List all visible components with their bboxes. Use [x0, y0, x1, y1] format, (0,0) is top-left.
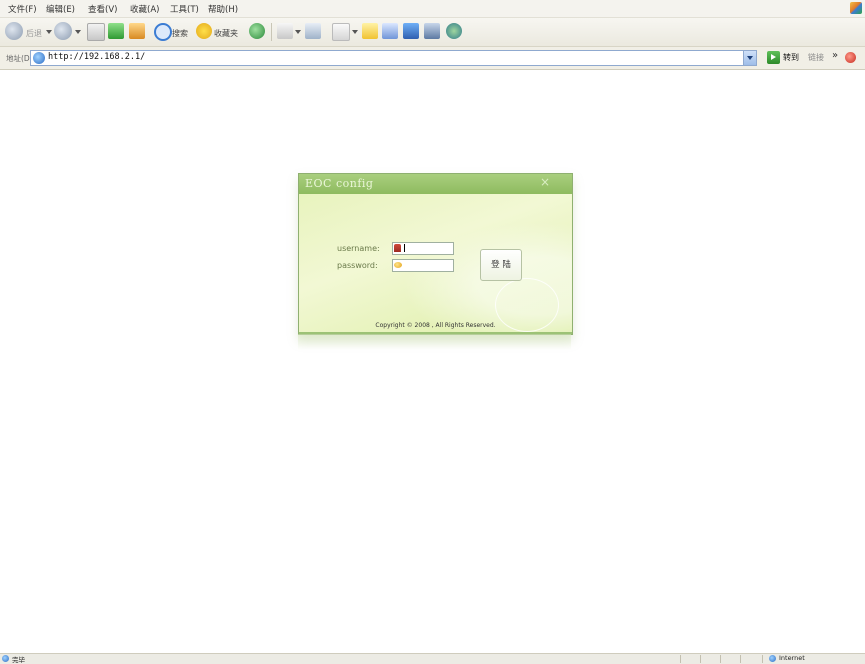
search-icon[interactable]: [154, 23, 172, 41]
forward-icon[interactable]: [54, 22, 72, 40]
username-label: username:: [337, 244, 380, 253]
toolbar-separator: [271, 23, 272, 41]
go-arrow-icon[interactable]: [767, 51, 780, 64]
addon-icon[interactable]: [446, 23, 462, 39]
research-icon[interactable]: [403, 23, 419, 39]
messenger-icon[interactable]: [382, 23, 398, 39]
toolbar-chevron[interactable]: »: [832, 50, 838, 61]
discuss-icon[interactable]: [362, 23, 378, 39]
login-dialog: EOC config × username: password: 登 陆 Cop…: [298, 173, 573, 335]
go-button[interactable]: 转到: [783, 52, 799, 63]
menu-view[interactable]: 查看(V): [88, 3, 117, 15]
home-icon[interactable]: [129, 23, 145, 39]
history-icon[interactable]: [249, 23, 265, 39]
extension-icon[interactable]: [845, 52, 856, 63]
dialog-reflection: [298, 334, 571, 350]
edit-dropdown-icon[interactable]: [352, 30, 358, 34]
internet-zone-icon: [769, 655, 776, 662]
ie-page-icon: [33, 52, 45, 64]
back-label[interactable]: 后退: [26, 28, 42, 39]
password-input[interactable]: [392, 259, 454, 272]
forward-dropdown-icon[interactable]: [75, 30, 81, 34]
toolbar: 后退 搜索 收藏夹: [0, 18, 865, 47]
edit-page-icon[interactable]: [332, 23, 350, 41]
password-label: password:: [337, 261, 378, 270]
menu-bar: 文件(F) 编辑(E) 查看(V) 收藏(A) 工具(T) 帮助(H): [0, 0, 865, 18]
address-label: 地址(D): [6, 54, 33, 63]
favorites-star-icon[interactable]: [196, 23, 212, 39]
dialog-titlebar: EOC config ×: [299, 174, 572, 194]
key-icon: [394, 262, 402, 268]
status-divider: [740, 655, 741, 663]
back-dropdown-icon[interactable]: [46, 30, 52, 34]
menu-tools[interactable]: 工具(T): [170, 3, 199, 15]
menu-favorites[interactable]: 收藏(A): [130, 3, 159, 15]
menu-file[interactable]: 文件(F): [8, 3, 37, 15]
windows-logo-icon: [850, 2, 862, 14]
status-divider: [680, 655, 681, 663]
menu-edit[interactable]: 编辑(E): [46, 3, 75, 15]
mail-dropdown-icon[interactable]: [295, 30, 301, 34]
address-bar: 地址(D) http://192.168.2.1/ 转到 链接 »: [0, 47, 865, 70]
stop-icon[interactable]: [87, 23, 105, 41]
address-dropdown-icon[interactable]: [743, 51, 756, 65]
login-button[interactable]: 登 陆: [480, 249, 522, 281]
page-status-icon: [2, 655, 9, 662]
status-divider: [762, 655, 763, 663]
address-input[interactable]: http://192.168.2.1/: [30, 50, 757, 66]
close-icon[interactable]: ×: [540, 175, 550, 189]
copyright-text: Copyright © 2008 , All Rights Reserved.: [375, 322, 496, 329]
username-input[interactable]: [392, 242, 454, 255]
zone-text: Internet: [779, 654, 805, 662]
favorites-label[interactable]: 收藏夹: [214, 28, 238, 39]
dialog-title: EOC config: [305, 177, 374, 190]
links-label[interactable]: 链接: [808, 52, 824, 63]
back-icon[interactable]: [5, 22, 23, 40]
print-icon[interactable]: [305, 23, 321, 39]
mail-icon[interactable]: [277, 23, 293, 39]
address-url[interactable]: http://192.168.2.1/: [48, 52, 145, 62]
text-cursor: [404, 244, 405, 252]
refresh-icon[interactable]: [108, 23, 124, 39]
status-divider: [720, 655, 721, 663]
user-icon: [394, 244, 401, 252]
search-label[interactable]: 搜索: [172, 28, 188, 39]
tool-icon[interactable]: [424, 23, 440, 39]
menu-help[interactable]: 帮助(H): [208, 3, 238, 15]
status-bar: 完毕 Internet: [0, 653, 865, 664]
status-divider: [700, 655, 701, 663]
